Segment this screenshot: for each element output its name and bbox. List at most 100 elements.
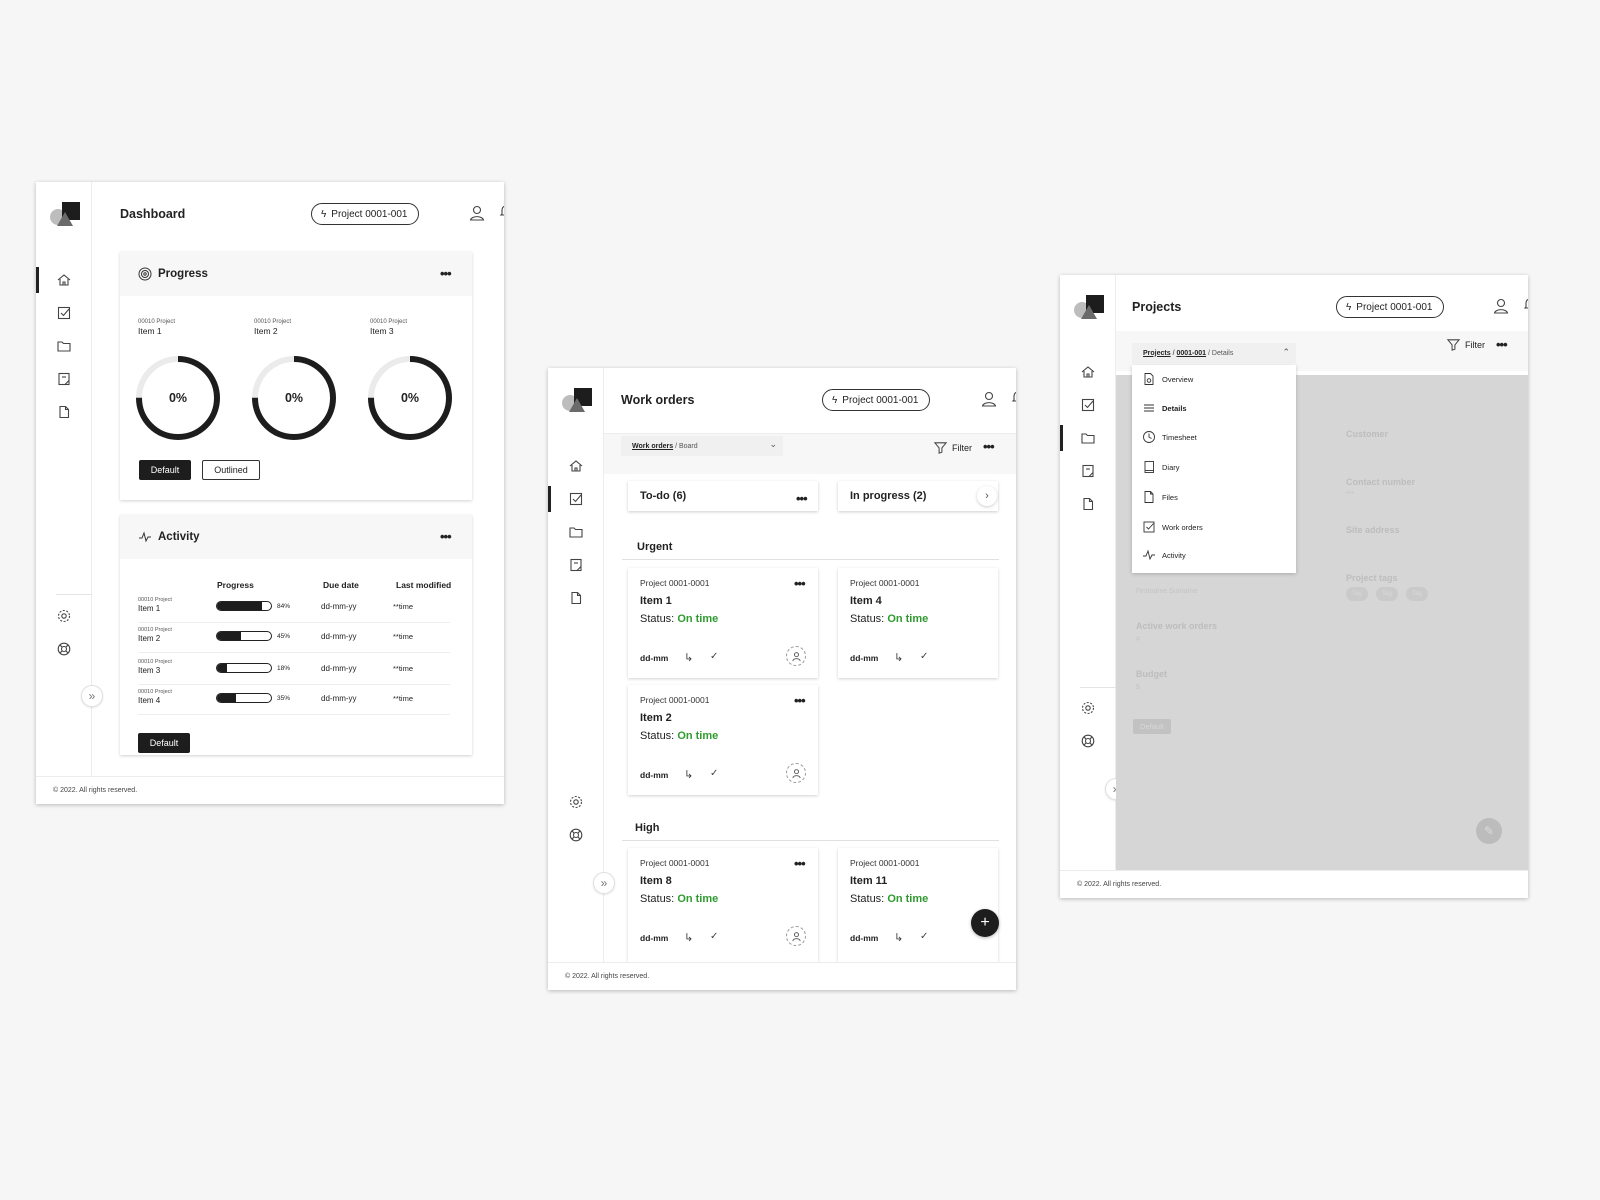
more-options-icon[interactable]: ••• <box>440 530 452 543</box>
menu-item-details[interactable]: Details <box>1142 397 1187 419</box>
bell-icon <box>499 205 504 216</box>
menu-item-work-orders[interactable]: Work orders <box>1142 516 1203 538</box>
expand-sidebar-button[interactable]: » <box>593 872 615 894</box>
breadcrumb-link-project[interactable]: 0001-001 <box>1176 350 1206 357</box>
work-order-card[interactable]: Project 0001-0001 ••• Item 8 Status: On … <box>628 848 818 962</box>
assignee-avatar[interactable] <box>786 646 806 666</box>
project-selector-button[interactable]: ϟ Project 0001-001 <box>822 389 931 411</box>
home-icon[interactable] <box>548 453 604 479</box>
add-work-order-button[interactable]: + <box>971 909 999 937</box>
row-last-modified: **time <box>393 664 414 673</box>
breadcrumb-current: / Details <box>1208 349 1234 357</box>
table-row[interactable]: 00010 Project Item 2 45% dd-mm-yy **time <box>138 623 450 653</box>
menu-item-files[interactable]: Files <box>1142 486 1178 508</box>
progress-bar <box>216 631 272 641</box>
subtask-icon[interactable]: ↳ <box>684 931 693 944</box>
subtask-icon[interactable]: ↳ <box>894 931 903 944</box>
check-icon[interactable]: ✓ <box>920 931 928 942</box>
progress-item: 00010 Project Item 2 <box>254 319 354 336</box>
settings-icon[interactable] <box>36 603 92 629</box>
notes-icon[interactable] <box>1060 458 1116 484</box>
document-icon[interactable] <box>36 399 92 425</box>
settings-icon[interactable] <box>1060 695 1116 721</box>
document-icon[interactable] <box>548 585 604 611</box>
progress-item: 00010 Project Item 3 <box>370 319 470 336</box>
project-selector-button[interactable]: ϟ Project 0001-001 <box>311 203 420 225</box>
breadcrumb-link[interactable]: Work orders <box>632 443 673 450</box>
work-order-card[interactable]: Project 0001-0001 ••• Item 2 Status: On … <box>628 685 818 795</box>
menu-item-diary[interactable]: Diary <box>1142 456 1180 478</box>
expand-sidebar-button[interactable]: » <box>81 685 103 707</box>
help-icon[interactable] <box>1060 728 1116 754</box>
user-icon[interactable] <box>1492 297 1510 315</box>
check-icon[interactable]: ✓ <box>710 651 718 662</box>
more-options-icon[interactable]: ••• <box>794 857 806 870</box>
subtask-icon[interactable]: ↳ <box>894 651 903 664</box>
more-options-icon[interactable]: ••• <box>794 694 806 707</box>
subtask-icon[interactable]: ↳ <box>684 651 693 664</box>
check-icon[interactable]: ✓ <box>920 651 928 662</box>
assignee-avatar[interactable] <box>786 926 806 946</box>
help-icon[interactable] <box>548 822 604 848</box>
contact-number-value: *** <box>1346 491 1355 498</box>
notifications-button[interactable]: 1 <box>1010 389 1016 411</box>
notes-icon[interactable] <box>548 552 604 578</box>
notifications-button[interactable]: 1 <box>1522 296 1528 318</box>
more-options-icon[interactable]: ••• <box>794 577 806 590</box>
folder-icon[interactable] <box>36 333 92 359</box>
breadcrumb-dropdown[interactable]: Work orders / Board ⌄ <box>621 436 783 456</box>
document-icon[interactable] <box>1060 491 1116 517</box>
outlined-button[interactable]: Outlined <box>202 460 260 480</box>
settings-icon[interactable] <box>548 789 604 815</box>
more-options-icon[interactable]: ••• <box>1496 338 1508 351</box>
breadcrumb-link-projects[interactable]: Projects <box>1143 350 1171 357</box>
folder-icon[interactable] <box>1060 425 1116 451</box>
table-row[interactable]: 00010 Project Item 1 84% dd-mm-yy **time <box>138 593 450 623</box>
home-icon[interactable] <box>1060 359 1116 385</box>
tasks-icon[interactable] <box>548 486 604 512</box>
footer: © 2022. All rights reserved. <box>548 962 1016 990</box>
home-icon[interactable] <box>36 267 92 293</box>
default-button[interactable]: Default <box>138 733 190 753</box>
default-button[interactable]: Default <box>139 460 191 480</box>
sidebar: » <box>1060 275 1127 870</box>
work-order-card[interactable]: Project 0001-0001 Item 4 Status: On time… <box>838 568 998 678</box>
user-icon[interactable] <box>468 204 486 222</box>
activity-icon <box>139 531 151 543</box>
bolt-icon: ϟ <box>1346 301 1352 313</box>
progress-item-name: Item 3 <box>370 326 394 336</box>
tasks-icon[interactable] <box>1060 392 1116 418</box>
table-row[interactable]: 00010 Project Item 3 18% dd-mm-yy **time <box>138 655 450 685</box>
card-due-date: dd-mm <box>640 933 669 943</box>
assignee-avatar[interactable] <box>786 763 806 783</box>
subtask-icon[interactable]: ↳ <box>684 768 693 781</box>
menu-item-overview[interactable]: Overview <box>1142 368 1193 390</box>
menu-item-timesheet[interactable]: Timesheet <box>1142 426 1197 448</box>
notifications-button[interactable]: 1 <box>498 203 504 225</box>
work-order-card[interactable]: Project 0001-0001 Item 11 Status: On tim… <box>838 848 998 962</box>
next-column-button[interactable]: › <box>977 486 997 506</box>
check-icon[interactable]: ✓ <box>710 768 718 779</box>
breadcrumb-dropdown[interactable]: Projects / 0001-001 / Details ⌃ <box>1132 343 1296 363</box>
work-order-card[interactable]: Project 0001-0001 ••• Item 1 Status: On … <box>628 568 818 678</box>
notes-icon[interactable] <box>36 366 92 392</box>
more-options-icon[interactable]: ••• <box>440 267 452 280</box>
tasks-icon[interactable] <box>36 300 92 326</box>
more-options-icon[interactable]: ••• <box>983 440 995 453</box>
folder-icon[interactable] <box>548 519 604 545</box>
project-selector-button[interactable]: ϟ Project 0001-001 <box>1336 296 1445 318</box>
more-options-icon[interactable]: ••• <box>796 492 808 505</box>
progress-ring: 0% <box>250 354 338 442</box>
filter-button[interactable]: Filter <box>933 440 972 455</box>
status-value: On time <box>887 613 929 625</box>
menu-item-activity[interactable]: Activity <box>1142 544 1186 566</box>
help-icon[interactable] <box>36 636 92 662</box>
filter-label: Filter <box>1465 339 1485 350</box>
user-icon[interactable] <box>980 390 998 408</box>
check-icon[interactable]: ✓ <box>710 931 718 942</box>
card-project: Project 0001-0001 <box>850 578 920 588</box>
work-orders-window: » Work orders ϟ Project 0001-001 1 Work o… <box>548 368 1016 990</box>
table-row[interactable]: 00010 Project Item 4 35% dd-mm-yy **time <box>138 685 450 715</box>
filter-button[interactable]: Filter <box>1446 337 1485 352</box>
card-status: Status: On time <box>850 613 928 625</box>
